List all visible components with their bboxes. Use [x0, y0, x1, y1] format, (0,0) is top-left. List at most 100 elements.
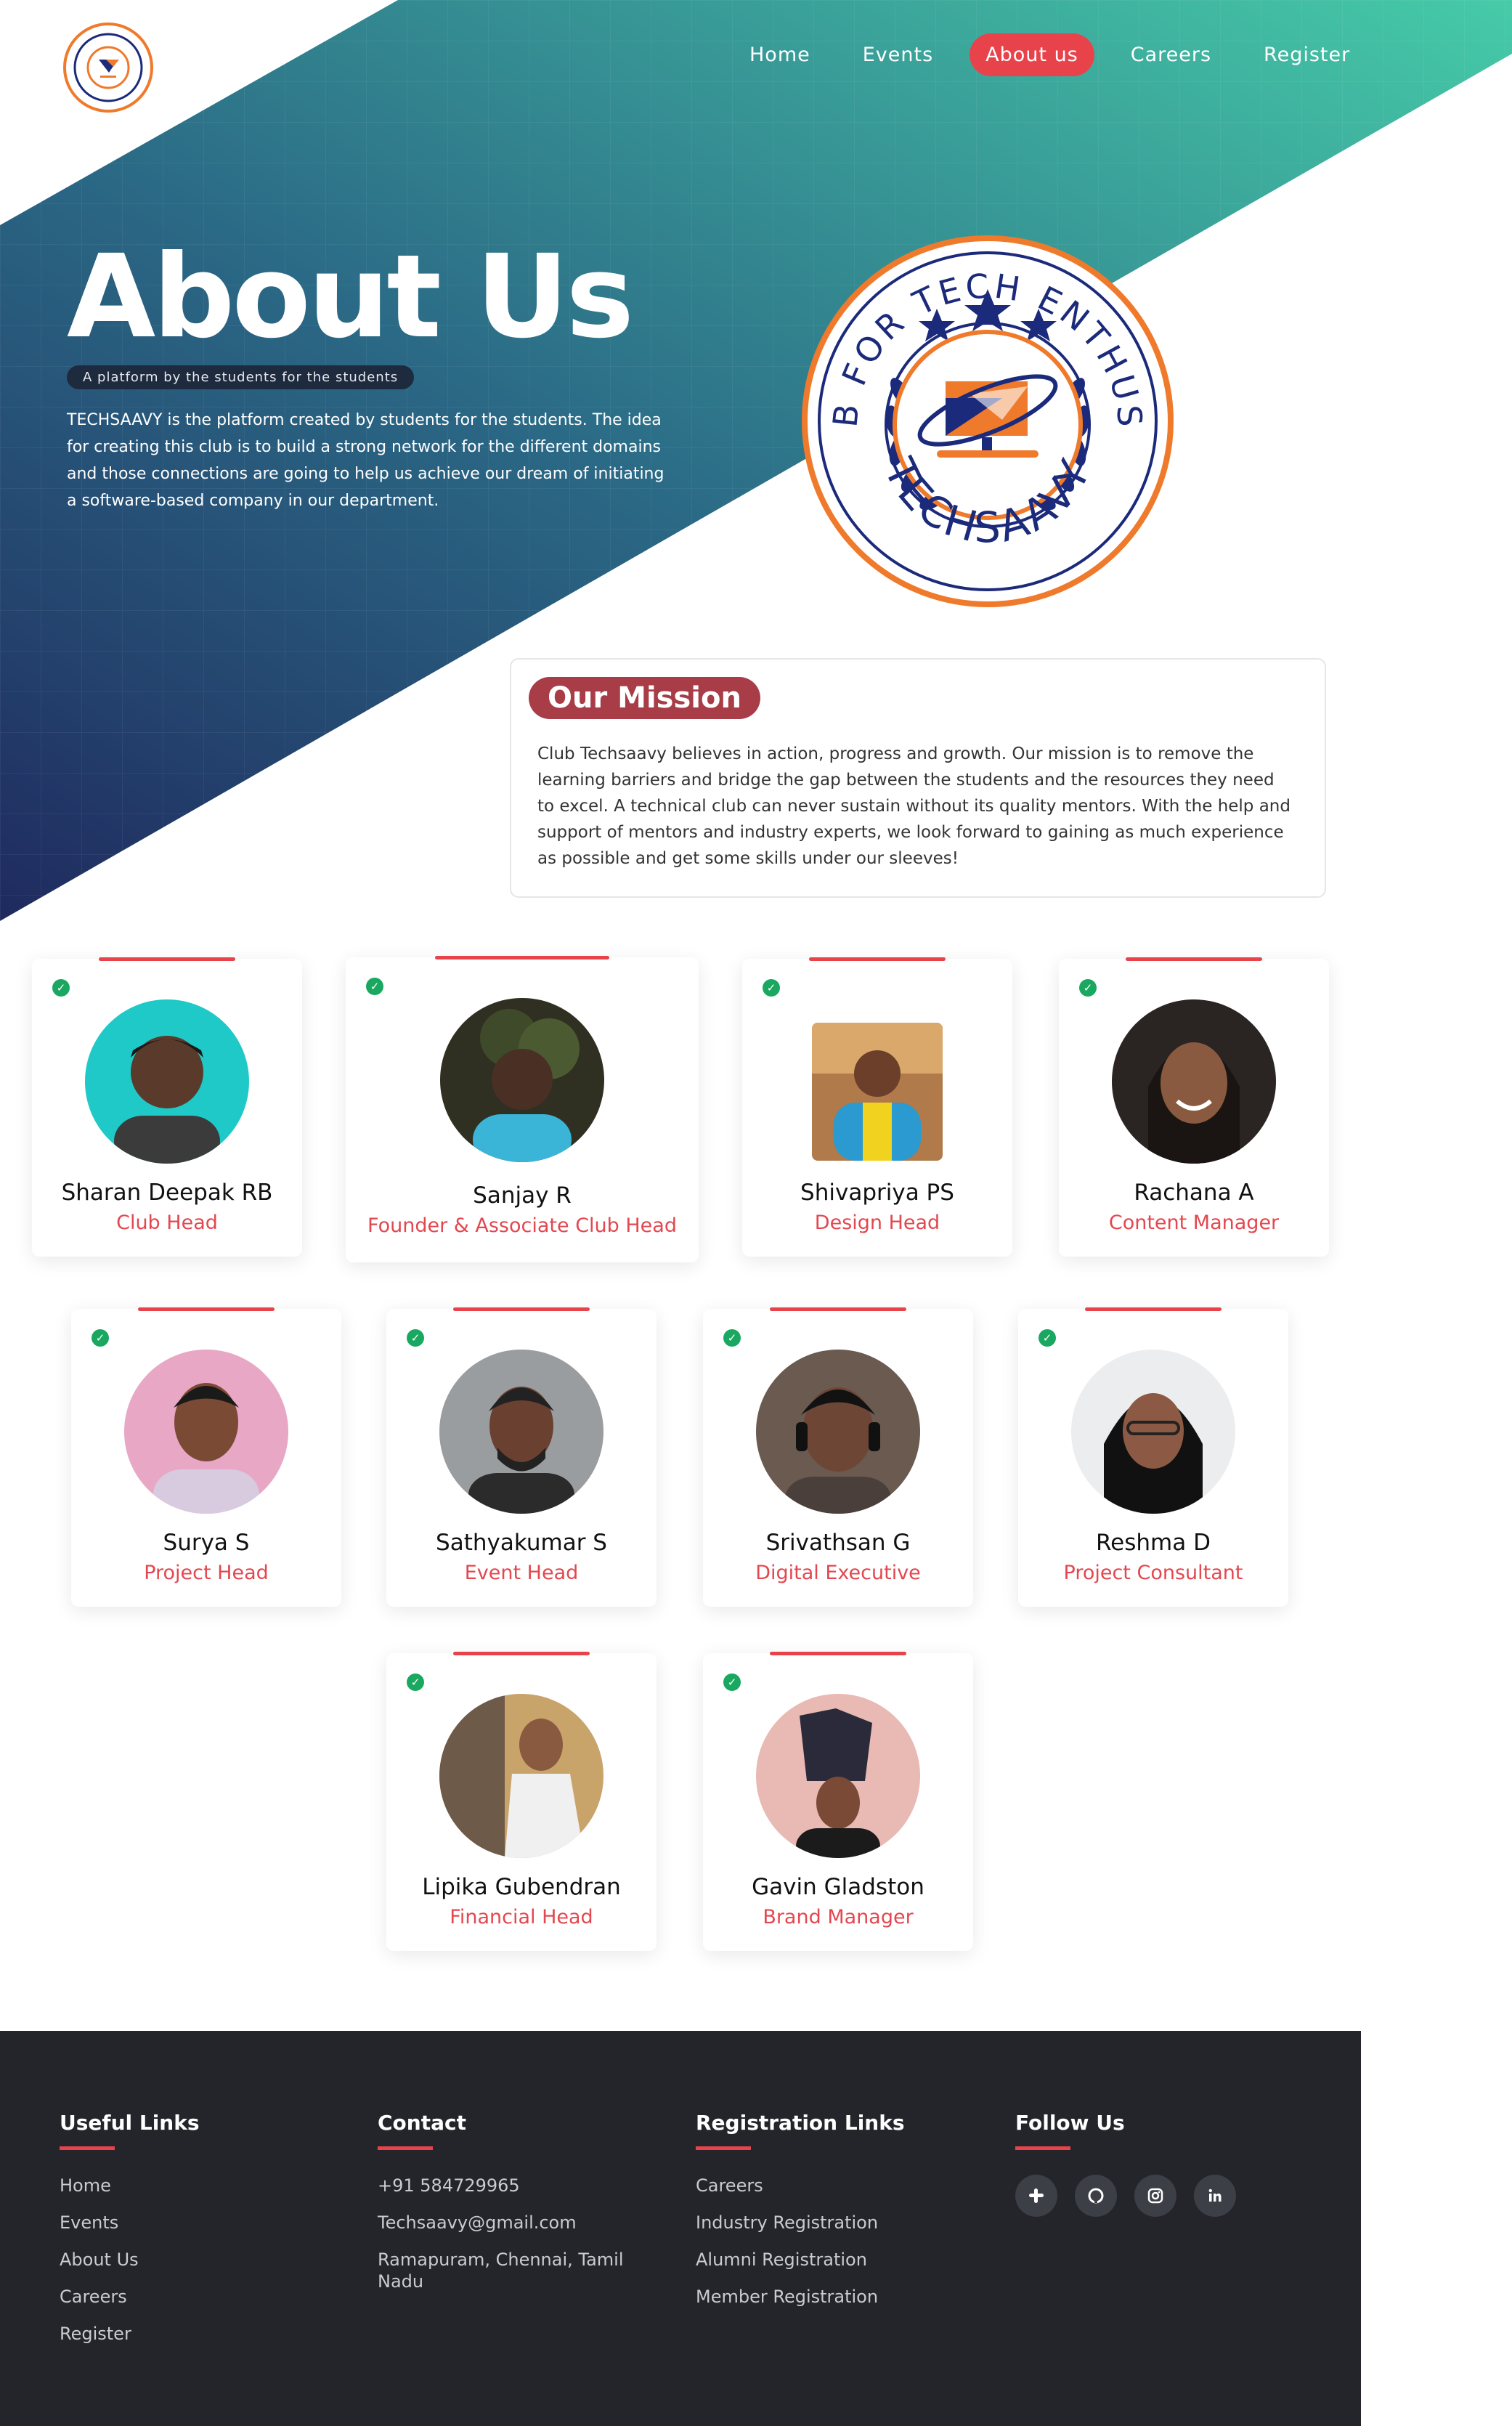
- card-accent-bar: [1126, 957, 1262, 961]
- member-name: Surya S: [163, 1530, 250, 1556]
- member-avatar: [439, 1350, 603, 1514]
- team-member-card[interactable]: ✓ Surya S Project Head: [71, 1307, 341, 1607]
- verified-check-icon: ✓: [723, 1674, 741, 1691]
- member-avatar: [85, 999, 249, 1164]
- team-member-card[interactable]: ✓ Rachana A Content Manager: [1059, 957, 1329, 1257]
- footer-heading: Contact: [378, 2111, 466, 2135]
- card-accent-bar: [99, 957, 235, 961]
- hero-description: TECHSAAVY is the platform created by stu…: [67, 411, 664, 510]
- verified-check-icon: ✓: [1079, 979, 1097, 997]
- card-accent-bar: [435, 956, 609, 960]
- verified-check-icon: ✓: [407, 1674, 424, 1691]
- footer-heading: Useful Links: [60, 2111, 200, 2135]
- verified-check-icon: ✓: [92, 1329, 109, 1347]
- reg-link-alumni[interactable]: Alumni Registration: [696, 2249, 957, 2271]
- member-name: Rachana A: [1134, 1180, 1254, 1206]
- team-member-card[interactable]: ✓ Shivapriya PS Design Head: [742, 957, 1012, 1257]
- verified-check-icon: ✓: [366, 978, 383, 995]
- member-name: Sharan Deepak RB: [61, 1180, 273, 1206]
- verified-check-icon: ✓: [763, 979, 780, 997]
- card-accent-bar: [453, 1307, 590, 1311]
- nav-register[interactable]: Register: [1248, 33, 1366, 76]
- mission-card: Our Mission Club Techsaavy believes in a…: [510, 658, 1326, 898]
- card-accent-bar: [453, 1652, 590, 1655]
- member-avatar: [124, 1350, 288, 1514]
- footer-heading: Follow Us: [1015, 2111, 1125, 2135]
- nav-careers[interactable]: Careers: [1115, 33, 1227, 76]
- github-icon[interactable]: [1075, 2175, 1117, 2217]
- footer-link-register[interactable]: Register: [60, 2323, 321, 2345]
- member-avatar: [756, 1350, 920, 1514]
- site-footer: Useful Links Home Events About Us Career…: [0, 2031, 1361, 2426]
- member-role: Project Head: [144, 1562, 269, 1584]
- footer-link-home[interactable]: Home: [60, 2175, 321, 2196]
- member-avatar: [756, 1694, 920, 1858]
- club-emblem: A CLUB FOR TECH ENTHUSIASTS TECHSAAVY: [792, 232, 1174, 607]
- card-accent-bar: [138, 1307, 275, 1311]
- team-member-card[interactable]: ✓ Gavin Gladston Brand Manager: [703, 1652, 973, 1951]
- member-name: Reshma D: [1096, 1530, 1211, 1556]
- footer-heading: Registration Links: [696, 2111, 905, 2135]
- contact-phone: +91 584729965: [378, 2175, 520, 2196]
- instagram-icon[interactable]: [1134, 2175, 1176, 2217]
- member-avatar: [812, 1023, 943, 1161]
- team-member-card[interactable]: ✓ Sathyakumar S Event Head: [386, 1307, 657, 1607]
- nav-about-us[interactable]: About us: [970, 33, 1094, 76]
- reg-link-member[interactable]: Member Registration: [696, 2286, 957, 2308]
- verified-check-icon: ✓: [723, 1329, 741, 1347]
- verified-check-icon: ✓: [1039, 1329, 1056, 1347]
- reg-link-careers[interactable]: Careers: [696, 2175, 957, 2196]
- member-avatar: [440, 998, 604, 1162]
- member-role: Brand Manager: [763, 1906, 914, 1928]
- member-name: Gavin Gladston: [752, 1874, 924, 1900]
- footer-follow-us: Follow Us: [1015, 2111, 1236, 2217]
- member-role: Digital Executive: [755, 1562, 921, 1584]
- footer-contact: Contact +91 584729965 Techsaavy@gmail.co…: [378, 2111, 639, 2308]
- team-member-card[interactable]: ✓ Srivathsan G Digital Executive: [703, 1307, 973, 1607]
- footer-useful-links: Useful Links Home Events About Us Career…: [60, 2111, 321, 2360]
- member-role: Financial Head: [450, 1906, 593, 1928]
- footer-link-careers[interactable]: Careers: [60, 2286, 321, 2308]
- heading-underline: [60, 2146, 115, 2150]
- footer-link-events[interactable]: Events: [60, 2212, 321, 2234]
- member-role: Design Head: [814, 1212, 940, 1234]
- heading-underline: [378, 2146, 433, 2150]
- contact-email[interactable]: Techsaavy@gmail.com: [378, 2212, 639, 2234]
- member-name: Lipika Gubendran: [422, 1874, 621, 1900]
- footer-link-about-us[interactable]: About Us: [60, 2249, 321, 2271]
- member-role: Founder & Associate Club Head: [367, 1214, 677, 1237]
- site-logo[interactable]: [62, 22, 154, 113]
- heading-underline: [1015, 2146, 1070, 2150]
- team-member-card[interactable]: ✓ Sharan Deepak RB Club Head: [32, 957, 302, 1257]
- member-avatar: [439, 1694, 603, 1858]
- member-role: Content Manager: [1108, 1212, 1280, 1234]
- card-accent-bar: [1085, 1307, 1222, 1311]
- team-member-card[interactable]: ✓ Lipika Gubendran Financial Head: [386, 1652, 657, 1951]
- card-accent-bar: [770, 1652, 906, 1655]
- footer-registration-links: Registration Links Careers Industry Regi…: [696, 2111, 957, 2323]
- member-name: Shivapriya PS: [800, 1180, 954, 1206]
- nav-home[interactable]: Home: [733, 33, 826, 76]
- heading-underline: [696, 2146, 751, 2150]
- contact-address: Ramapuram, Chennai, Tamil Nadu: [378, 2249, 624, 2292]
- member-name: Srivathsan G: [765, 1530, 911, 1556]
- page-title: About Us: [67, 230, 634, 364]
- mission-text: Club Techsaavy believes in action, progr…: [537, 745, 1291, 868]
- card-accent-bar: [770, 1307, 906, 1311]
- card-accent-bar: [809, 957, 946, 961]
- nav-events[interactable]: Events: [847, 33, 949, 76]
- member-name: Sathyakumar S: [436, 1530, 607, 1556]
- verified-check-icon: ✓: [407, 1329, 424, 1347]
- member-role: Event Head: [464, 1562, 579, 1584]
- verified-check-icon: ✓: [52, 979, 70, 997]
- hero-tagline: A platform by the students for the stude…: [67, 365, 415, 389]
- member-avatar: [1112, 999, 1276, 1164]
- slack-icon[interactable]: [1015, 2175, 1057, 2217]
- team-member-card[interactable]: ✓ Sanjay R Founder & Associate Club Head: [346, 956, 699, 1262]
- main-nav: Home Events About us Careers Register: [733, 33, 1366, 76]
- team-member-card[interactable]: ✓ Reshma D Project Consultant: [1018, 1307, 1288, 1607]
- social-links: [1015, 2175, 1236, 2217]
- reg-link-industry[interactable]: Industry Registration: [696, 2212, 957, 2234]
- linkedin-icon[interactable]: [1194, 2175, 1236, 2217]
- mission-title: Our Mission: [529, 677, 760, 719]
